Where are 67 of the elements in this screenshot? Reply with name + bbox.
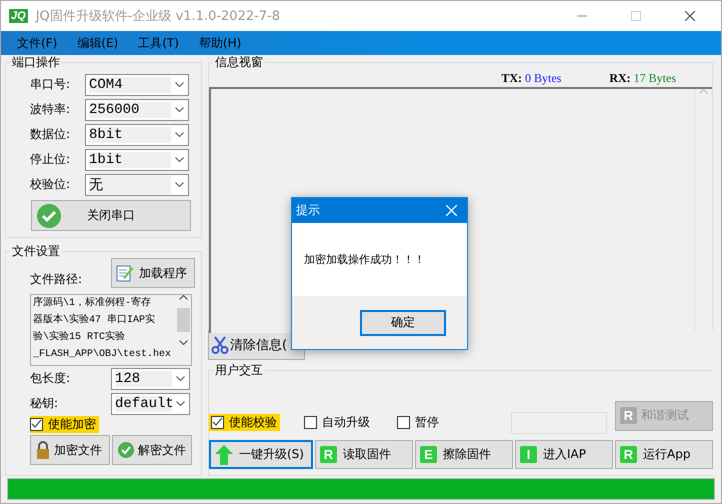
file-button[interactable]: 加密文件 xyxy=(30,435,110,466)
field-label: 文件路径: xyxy=(30,271,84,288)
option-checkbox[interactable]: 使能校验 xyxy=(209,414,280,431)
menu-item[interactable]: 编辑(E) xyxy=(67,34,128,52)
up-arrow-icon xyxy=(215,444,233,464)
group-title: 文件设置 xyxy=(10,244,62,260)
letter-badge-icon: I xyxy=(520,446,537,463)
chevron-down-icon xyxy=(175,107,184,112)
checkmark-circle-icon xyxy=(118,442,134,458)
action-button[interactable]: E 擦除固件 xyxy=(415,440,513,469)
app-logo: JQ xyxy=(9,9,28,23)
notepad-pencil-icon xyxy=(116,264,134,282)
menu-item[interactable]: 工具(T) xyxy=(128,34,189,52)
chevron-down-icon[interactable] xyxy=(179,340,188,346)
padlock-icon xyxy=(36,441,50,460)
rx-counter: RX: 17 Bytes xyxy=(609,70,676,86)
field-label: 包长度: xyxy=(30,370,72,388)
file-path-field[interactable]: 序源码\1，标准例程-寄存 器版本\实验47 串口IAP实 验\实验15 RTC实验 _FLASH_APP\OBJ\test.hex xyxy=(30,294,192,366)
field-label: 数据位: xyxy=(30,126,72,143)
option-checkbox[interactable]: 暂停 xyxy=(395,414,442,431)
field-label: 波特率: xyxy=(30,101,72,118)
window-title: JQ固件升级软件-企业级 v1.1.0-2022-7-8 xyxy=(36,8,280,25)
checkmark-circle-icon xyxy=(37,204,61,228)
scissors-icon xyxy=(211,336,229,354)
group-title: 端口操作 xyxy=(10,55,62,70)
load-program-button[interactable]: 加载程序 xyxy=(111,258,195,288)
dialog-title: 提示 xyxy=(296,202,320,219)
field-label: 停止位: xyxy=(30,151,72,168)
dropdown[interactable]: 128 xyxy=(111,368,190,390)
action-button[interactable]: 一键升级(S) xyxy=(209,440,313,469)
group-title: 用户交互 xyxy=(213,363,265,378)
dropdown[interactable]: 1bit xyxy=(85,148,189,170)
file-button[interactable]: 解密文件 xyxy=(112,435,192,466)
action-button[interactable]: R 读取固件 xyxy=(315,440,413,469)
chevron-down-icon xyxy=(176,401,185,406)
encrypt-checkbox[interactable]: 使能加密 xyxy=(30,416,99,434)
menu-item[interactable]: 文件(F) xyxy=(7,34,68,52)
action-button[interactable]: R 运行App xyxy=(615,440,713,469)
group-title: 信息视窗 xyxy=(213,55,265,70)
dropdown[interactable]: 256000 xyxy=(85,98,189,120)
check-icon xyxy=(31,419,42,430)
action-button[interactable]: I 进入IAP xyxy=(515,440,613,469)
ok-button[interactable]: 确定 xyxy=(360,310,446,336)
dropdown[interactable]: default xyxy=(111,392,190,415)
field-label: 秘钥: xyxy=(30,395,60,412)
chevron-down-icon xyxy=(175,182,184,187)
close-icon[interactable] xyxy=(685,11,695,21)
letter-badge-icon: R xyxy=(620,446,637,463)
tx-counter: TX: 0 Bytes xyxy=(501,70,562,86)
chevron-up-icon[interactable] xyxy=(179,295,188,300)
menu-item[interactable]: 帮助(H) xyxy=(188,34,252,52)
letter-badge-icon: E xyxy=(420,446,437,463)
option-checkbox[interactable]: 自动升级 xyxy=(302,414,373,431)
dropdown[interactable]: 无 xyxy=(85,174,189,196)
check-icon xyxy=(212,417,223,428)
chevron-down-icon xyxy=(175,82,184,87)
dialog-message: 加密加载操作成功！！！ xyxy=(304,252,425,267)
field-label: 串口号: xyxy=(30,76,72,93)
letter-badge-icon: R xyxy=(620,407,637,424)
field-label: 校验位: xyxy=(30,176,72,193)
dropdown[interactable]: 8bit xyxy=(85,124,189,146)
chevron-down-icon xyxy=(175,157,184,162)
letter-badge-icon: R xyxy=(320,446,337,463)
chevron-down-icon xyxy=(175,132,184,137)
chevron-down-icon xyxy=(176,376,185,382)
close-port-button[interactable]: 关闭串口 xyxy=(31,200,191,231)
dropdown[interactable]: COM4 xyxy=(85,74,189,96)
